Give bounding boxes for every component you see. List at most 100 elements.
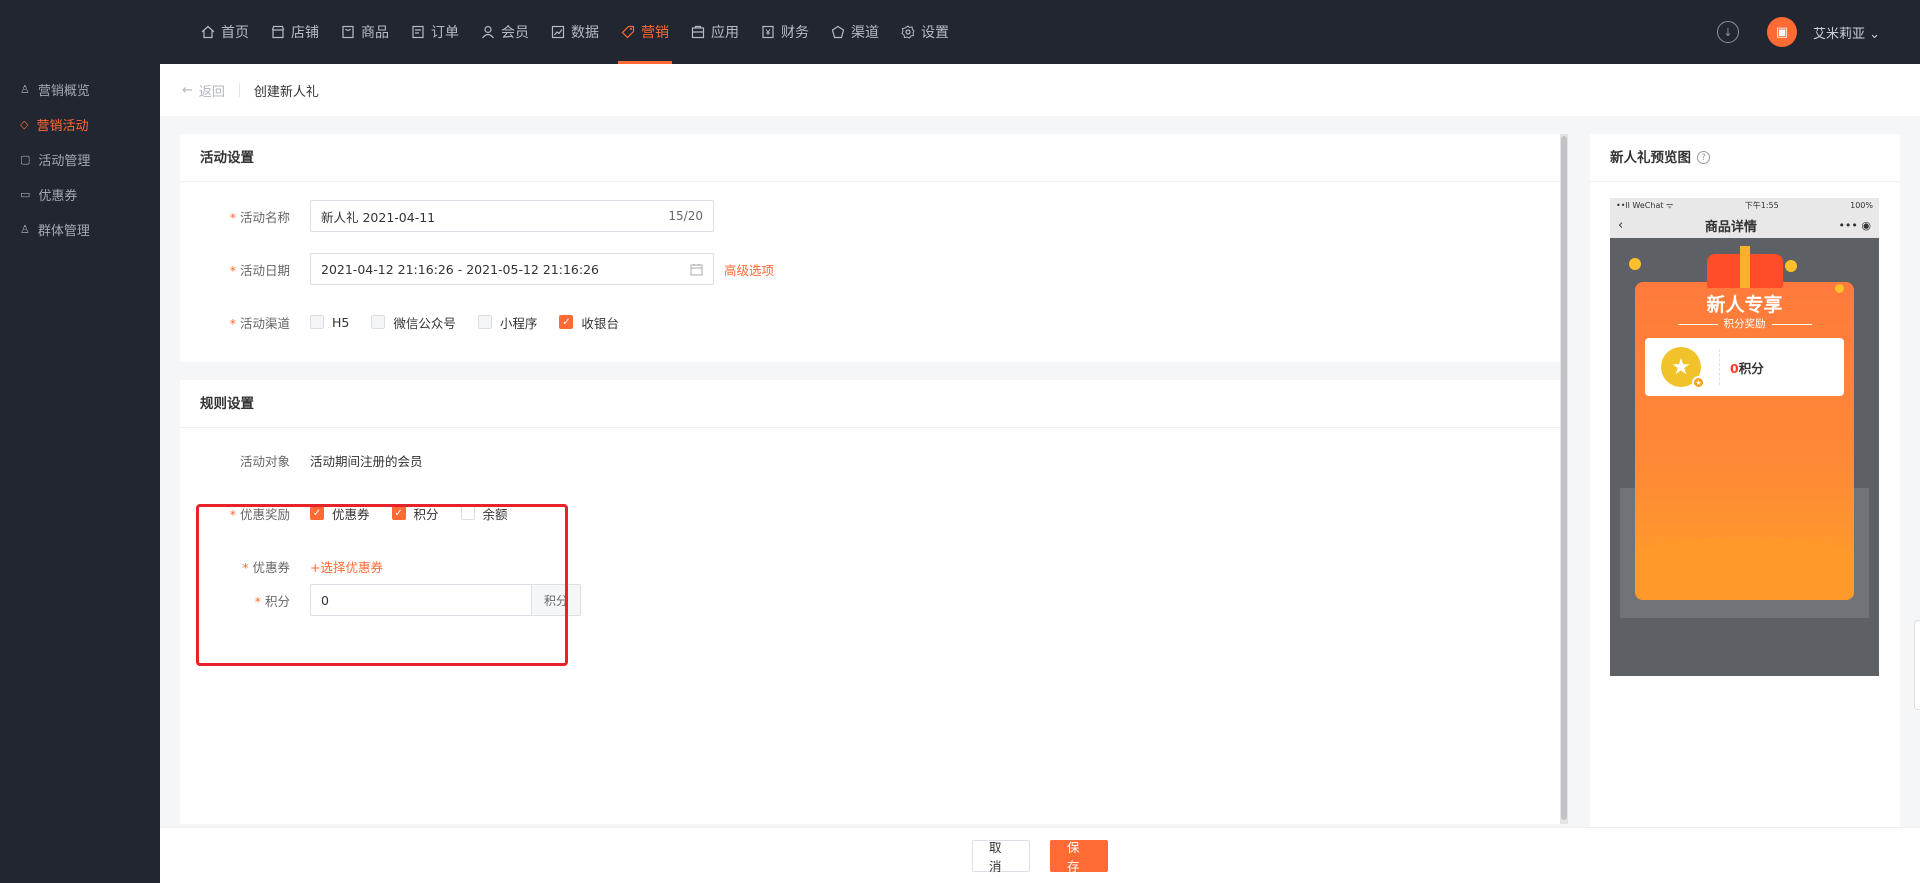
side-tab[interactable] (1914, 620, 1920, 710)
sidebar-item-label: 优惠券 (38, 189, 78, 204)
goods-icon (342, 25, 354, 39)
activity-channel-label: 活动渠道 (180, 313, 310, 332)
cancel-button[interactable]: 取消 (972, 839, 1030, 874)
avatar[interactable]: ▣ (1766, 17, 1797, 47)
scrollbar[interactable] (1560, 134, 1568, 824)
nav-home[interactable]: 首页 (190, 0, 260, 64)
top-bar: 首页 店铺 商品 订单 会员 数据 营销 应用 财务 渠道 设置 ↓ ▣ 艾米莉… (0, 0, 1920, 64)
nav-settings-label: 设置 (921, 25, 949, 41)
channel-cashier[interactable]: ✓ 收银台 (559, 313, 619, 332)
user-menu[interactable]: 艾米莉亚 ⌄ (1813, 23, 1880, 42)
chart-icon (551, 25, 565, 39)
activity-name-input[interactable]: 新人礼 2021-04-11 15/20 (310, 200, 714, 232)
phone-title: 商品详情 (1704, 219, 1757, 235)
activity-name-label: 活动名称 (180, 207, 310, 226)
phone-nav-bar: ‹ 商品详情 ••• ◉ (1610, 212, 1879, 238)
gear-icon (901, 25, 915, 39)
reward-text: 0积分 (1730, 358, 1764, 377)
popup-subtitle: 积分奖励 (1635, 316, 1854, 331)
top-right: ↓ ▣ 艾米莉亚 ⌄ (1716, 0, 1880, 64)
home-icon (201, 25, 215, 39)
nav-home-label: 首页 (221, 25, 249, 41)
channel-label: 小程序 (499, 315, 538, 331)
nav-goods[interactable]: 商品 (330, 0, 400, 64)
sidebar: ♙ 营销概览 ◇ 营销活动 ▢ 活动管理 ▭ 优惠券 ♙ 群体管理 (0, 64, 160, 883)
nav-data[interactable]: 数据 (540, 0, 610, 64)
section-title: 规则设置 (180, 380, 1560, 428)
nav-finance[interactable]: 财务 (750, 0, 820, 64)
activity-channel-row: 活动渠道 H5 微信公众号 小程序 ✓ 收银台 (180, 306, 641, 338)
nav-app[interactable]: 应用 (680, 0, 750, 64)
sidebar-item-overview[interactable]: ♙ 营销概览 (0, 72, 160, 107)
sidebar-item-label: 营销活动 (36, 119, 89, 134)
checkbox-unchecked[interactable] (310, 315, 324, 329)
divider (238, 83, 240, 97)
nav-member[interactable]: 会员 (470, 0, 540, 64)
channel-h5[interactable]: H5 (310, 315, 349, 330)
activity-name-value: 新人礼 2021-04-11 (321, 209, 436, 225)
scroll-thumb[interactable] (1561, 136, 1567, 820)
reward-number: 0 (1730, 360, 1739, 376)
nav-order[interactable]: 订单 (400, 0, 470, 64)
footer-bar: 取消 保存 (160, 827, 1920, 883)
sidebar-item-label: 活动管理 (38, 154, 91, 169)
back-button[interactable]: ← 返回 (182, 81, 225, 100)
status-carrier: ••ll WeChat ᯤ (1616, 200, 1674, 210)
channel-icon (831, 25, 845, 39)
nav-member-label: 会员 (501, 25, 529, 41)
newcomer-popup: 新人专享 积分奖励 ★ ★ 0积分 (1629, 246, 1854, 600)
store-icon (271, 25, 285, 39)
sidebar-item-group[interactable]: ♙ 群体管理 (0, 212, 160, 247)
app-icon (691, 25, 705, 39)
sidebar-item-label: 营销概览 (37, 84, 90, 99)
chevron-left-icon: ‹ (1618, 217, 1624, 233)
nav-marketing[interactable]: 营销 (610, 0, 680, 64)
status-battery: 100% (1850, 200, 1873, 210)
tag-icon (621, 25, 635, 39)
download-icon[interactable]: ↓ (1716, 21, 1739, 43)
checkbox-checked[interactable]: ✓ (559, 315, 574, 329)
sidebar-item-coupon[interactable]: ▭ 优惠券 (0, 177, 160, 212)
sidebar-item-activity-manage[interactable]: ▢ 活动管理 (0, 142, 160, 177)
main-nav: 首页 店铺 商品 订单 会员 数据 营销 应用 财务 渠道 设置 (190, 0, 960, 64)
preview-panel: 新人礼预览图 ? ••ll WeChat ᯤ 下午1:55 100% ‹ 商品详… (1590, 134, 1900, 883)
checkbox-unchecked[interactable] (477, 315, 492, 329)
coin-decoration (1785, 260, 1797, 272)
nav-data-label: 数据 (571, 25, 599, 41)
popup-bottom-arc (1635, 537, 1854, 600)
more-icon: ••• ◉ (1838, 218, 1871, 232)
activity-date-picker[interactable]: 2021-04-12 21:16:26 - 2021-05-12 21:16:2… (310, 253, 714, 285)
nav-goods-label: 商品 (361, 25, 389, 41)
star-badge-icon: ★ (1692, 376, 1705, 389)
tag-icon: ◇ (20, 118, 29, 131)
save-button[interactable]: 保存 (1050, 839, 1108, 874)
help-icon[interactable]: ? (1697, 151, 1710, 164)
page-header: ← 返回 创建新人礼 (160, 64, 1920, 116)
checkbox-unchecked[interactable] (371, 315, 386, 329)
nav-store[interactable]: 店铺 (260, 0, 330, 64)
popup-title: 新人专享 (1706, 294, 1783, 316)
channel-wechat[interactable]: 微信公众号 (371, 313, 456, 332)
phone-mockup: ••ll WeChat ᯤ 下午1:55 100% ‹ 商品详情 ••• ◉ 新… (1610, 198, 1879, 676)
nav-channel[interactable]: 渠道 (820, 0, 890, 64)
nav-settings[interactable]: 设置 (890, 0, 960, 64)
divider (1719, 349, 1720, 385)
activity-settings-card: 活动设置 活动名称 新人礼 2021-04-11 15/20 活动日期 2021… (180, 134, 1560, 362)
activity-date-row: 活动日期 2021-04-12 21:16:26 - 2021-05-12 21… (180, 253, 774, 285)
highlight-box (196, 504, 568, 666)
calendar-icon (690, 263, 703, 275)
sidebar-item-marketing-activity[interactable]: ◇ 营销活动 (0, 107, 160, 142)
finance-icon (762, 25, 774, 39)
arrow-left-icon: ← (182, 82, 193, 98)
activity-name-row: 活动名称 新人礼 2021-04-11 15/20 (180, 200, 714, 232)
target-label: 活动对象 (239, 453, 290, 469)
order-icon (412, 25, 424, 39)
preview-title-text: 新人礼预览图 (1610, 149, 1691, 166)
gift-ribbon (1707, 246, 1783, 288)
nav-store-label: 店铺 (291, 25, 319, 41)
section-title: 活动设置 (180, 134, 1560, 182)
ticket-icon: ▭ (20, 188, 31, 201)
nav-marketing-label: 营销 (641, 25, 669, 41)
advanced-options-link[interactable]: 高级选项 (724, 260, 774, 279)
channel-miniprogram[interactable]: 小程序 (477, 313, 538, 332)
